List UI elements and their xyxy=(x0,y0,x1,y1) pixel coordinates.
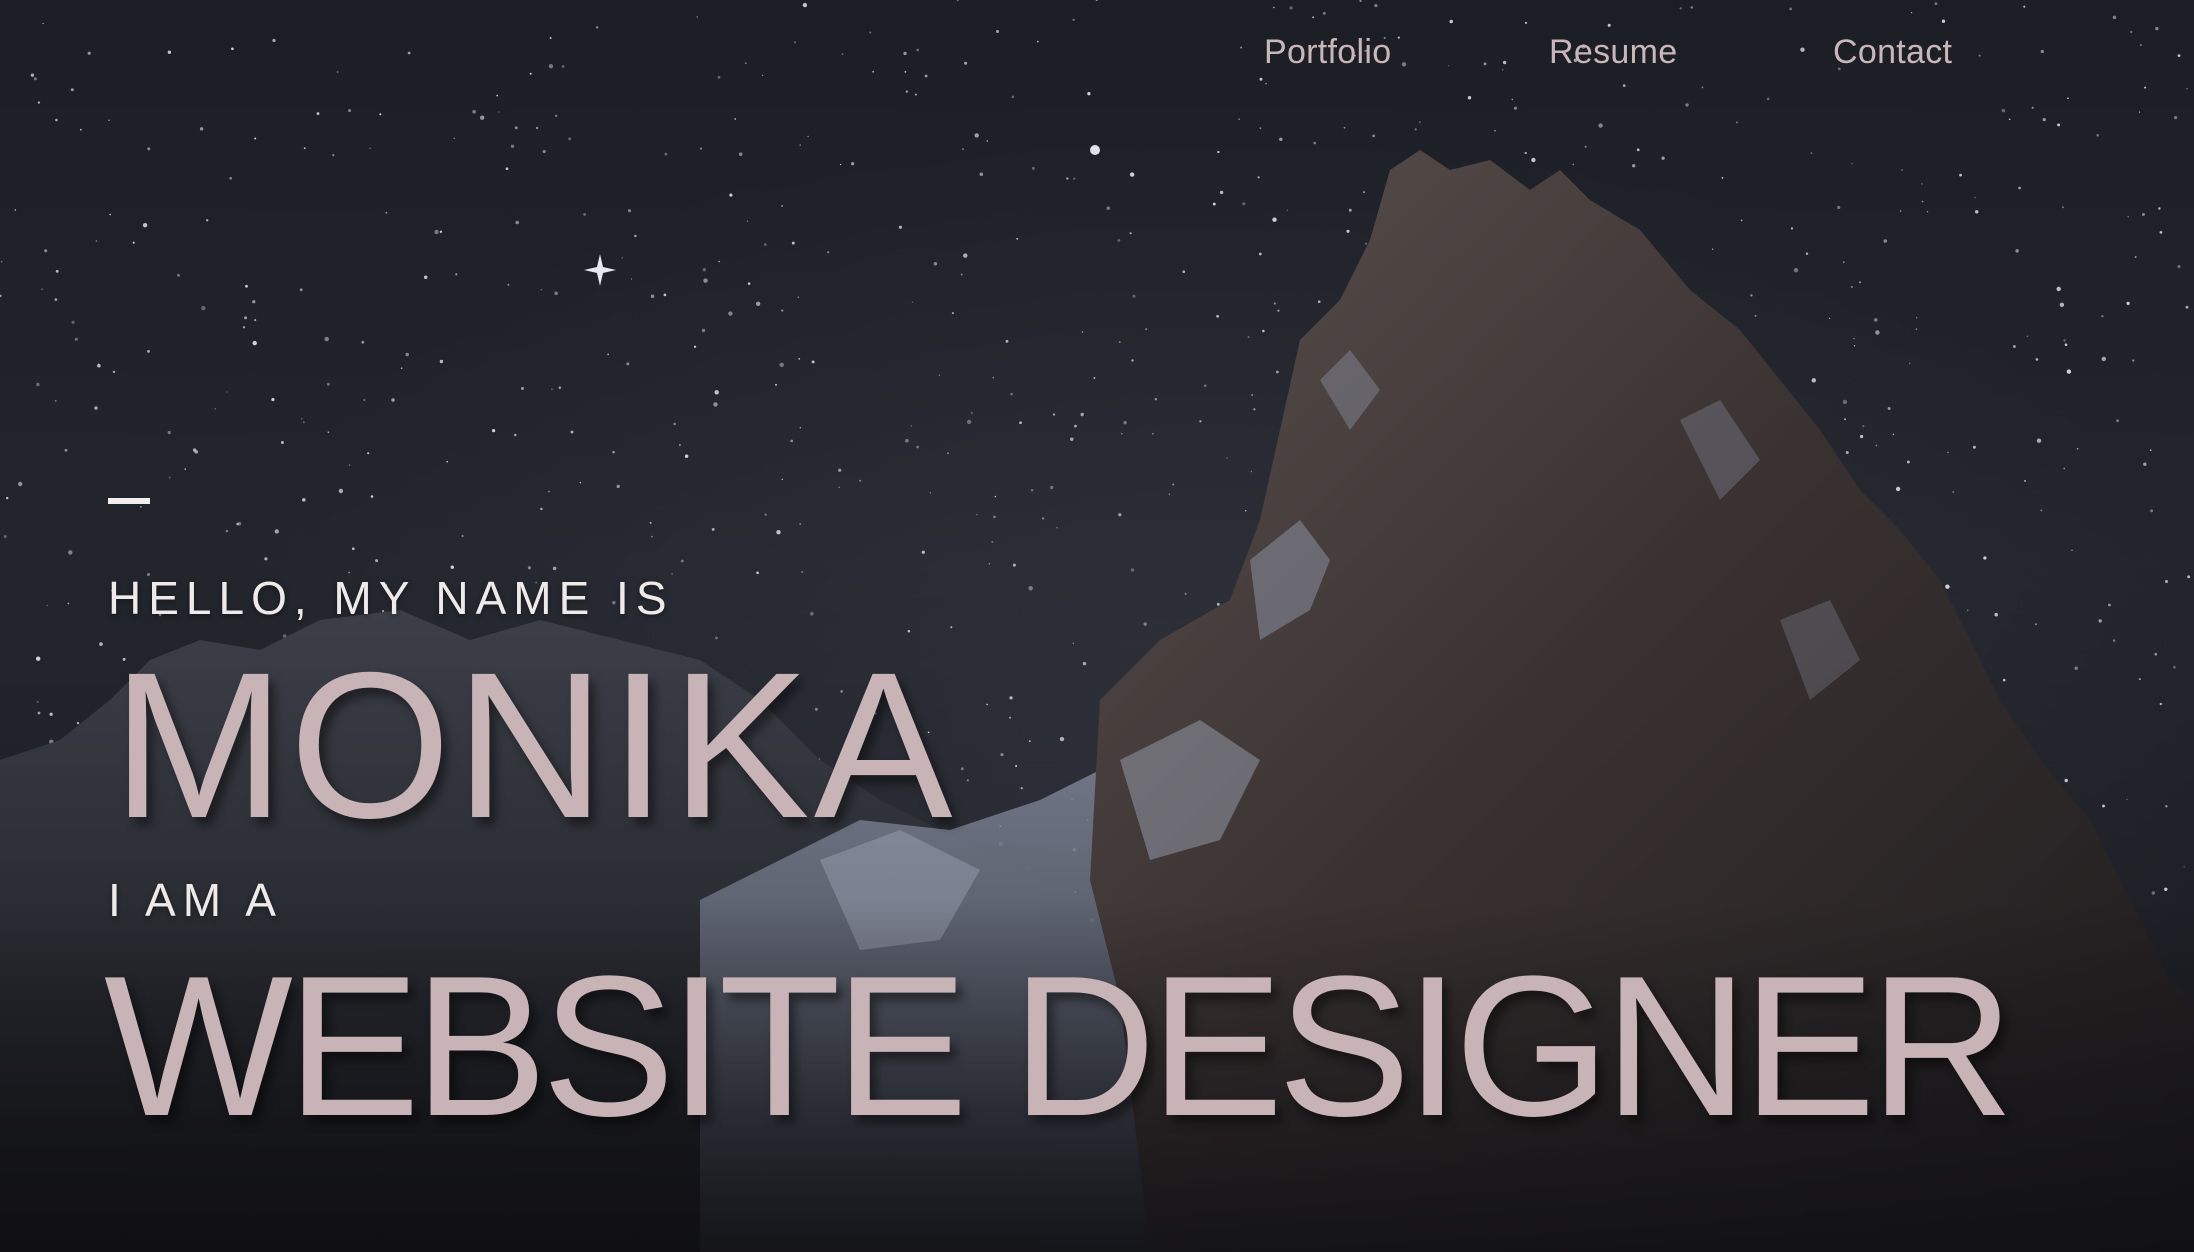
accent-dash xyxy=(108,498,150,504)
intro-text: I AM A xyxy=(108,874,283,926)
bright-star xyxy=(584,254,616,286)
nav-link-portfolio[interactable]: Portfolio xyxy=(1264,28,1391,76)
nav-link-resume[interactable]: Resume xyxy=(1549,28,1677,76)
hero-section: Portfolio Resume Contact HELLO, MY NAME … xyxy=(0,0,2194,1252)
hero-name: MONIKA xyxy=(112,630,957,862)
top-navigation: Portfolio Resume Contact xyxy=(0,28,2194,78)
greeting-text: HELLO, MY NAME IS xyxy=(108,572,674,624)
nav-link-contact[interactable]: Contact xyxy=(1833,28,1952,76)
hero-role: WEBSITE DESIGNER xyxy=(104,935,2014,1158)
